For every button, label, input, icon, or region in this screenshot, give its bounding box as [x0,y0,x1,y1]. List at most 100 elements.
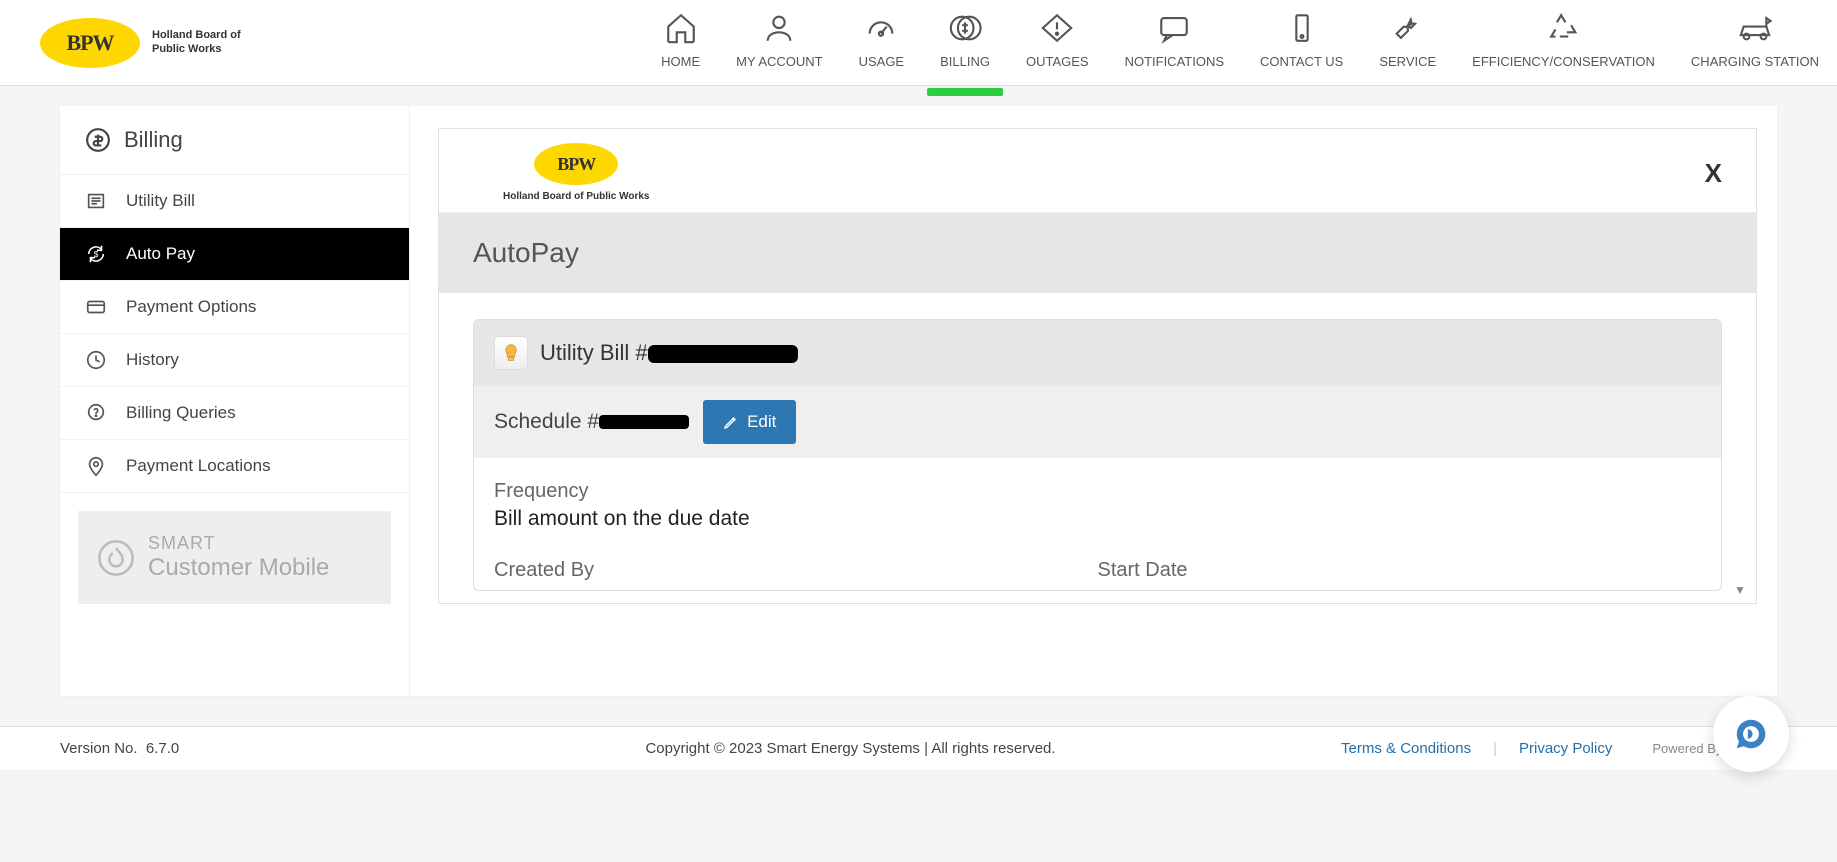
nav-label: HOME [661,54,700,69]
bulb-icon [494,336,528,370]
nav-home[interactable]: HOME [643,10,718,86]
sidebar-item-label: Auto Pay [126,244,195,264]
billing-sidebar: Billing Utility Bill $ Auto Pay Payment … [60,106,410,696]
promo-line1: SMART [148,533,329,554]
chat-fab[interactable] [1713,696,1789,772]
car-charging-icon [1735,10,1775,46]
sidebar-item-label: Payment Options [126,297,256,317]
autopay-card: Utility Bill # Schedule # Edit Frequ [473,319,1722,591]
warning-icon [1040,10,1074,46]
sidebar-item-utility-bill[interactable]: Utility Bill [60,175,409,228]
svg-text:$: $ [94,250,99,259]
sidebar-item-label: Billing Queries [126,403,236,423]
nav-label: BILLING [940,54,990,69]
sidebar-item-payment-locations[interactable]: Payment Locations [60,440,409,493]
powered-by-label: Powered By [1652,741,1722,756]
phone-icon [1285,10,1319,46]
autopay-panel: BPW Holland Board of Public Works X ▲ Au… [438,128,1757,604]
sidebar-title-text: Billing [124,127,183,153]
nav-contact-us[interactable]: CONTACT US [1242,10,1361,86]
gauge-icon [864,10,898,46]
section-title: AutoPay [439,213,1756,293]
wrench-icon [1391,10,1425,46]
person-icon [762,10,796,46]
scroll-down-icon[interactable]: ▼ [1734,583,1750,599]
close-button[interactable]: X [1695,154,1732,193]
schedule-label: Schedule # [494,410,599,433]
created-by-label: Created By [494,559,1098,582]
sidebar-item-billing-queries[interactable]: Billing Queries [60,387,409,440]
start-date-label: Start Date [1098,559,1702,582]
chat-icon [1157,10,1191,46]
terms-link[interactable]: Terms & Conditions [1341,740,1471,757]
nav-label: CONTACT US [1260,54,1343,69]
utility-bill-label: Utility Bill # [540,340,648,365]
dollar-circle-icon [948,10,982,46]
nav-notifications[interactable]: NOTIFICATIONS [1107,10,1242,86]
version-number: 6.7.0 [146,740,179,757]
content-area: BPW Holland Board of Public Works X ▲ Au… [410,106,1777,696]
panel-brand: BPW Holland Board of Public Works [463,139,650,208]
top-header: BPW Holland Board of Public Works HOME M… [0,0,1837,86]
nav-service[interactable]: SERVICE [1361,10,1454,86]
pencil-icon [723,414,739,430]
nav-outages[interactable]: OUTAGES [1008,10,1107,86]
redacted-account-number [648,345,798,363]
recycle-icon [1547,10,1581,46]
privacy-link[interactable]: Privacy Policy [1519,740,1612,757]
nav-my-account[interactable]: MY ACCOUNT [718,10,840,86]
frequency-value: Bill amount on the due date [494,507,1701,531]
history-icon [84,348,108,372]
logo-subtitle: Holland Board of Public Works [152,29,241,55]
brand-logo[interactable]: BPW Holland Board of Public Works [40,18,241,68]
schedule-row: Schedule # Edit [474,386,1721,458]
utility-bill-heading: Utility Bill # [540,340,798,366]
edit-label: Edit [747,412,776,432]
panel-brand-caption: Holland Board of Public Works [503,191,650,202]
card-header: Utility Bill # [474,320,1721,386]
nav-label: NOTIFICATIONS [1125,54,1224,69]
promo-banner[interactable]: SMART Customer Mobile [78,511,391,604]
panel-header: BPW Holland Board of Public Works X [439,129,1756,213]
page-body: Billing Utility Bill $ Auto Pay Payment … [60,106,1777,696]
card-icon [84,295,108,319]
nav-label: OUTAGES [1026,54,1089,69]
footer-links: Terms & Conditions | Privacy Policy [1341,740,1612,757]
nav-usage[interactable]: USAGE [841,10,923,86]
schedule-heading: Schedule # [494,410,689,434]
sidebar-item-label: History [126,350,179,370]
sidebar-item-history[interactable]: History [60,334,409,387]
dollar-circle-icon [84,126,112,154]
sidebar-title: Billing [60,106,409,175]
nav-label: SERVICE [1379,54,1436,69]
promo-line2: Customer Mobile [148,554,329,582]
frequency-label: Frequency [494,480,1701,503]
nav-efficiency[interactable]: EFFICIENCY/CONSERVATION [1454,10,1673,86]
logo-text: BPW [66,30,113,56]
sidebar-item-label: Payment Locations [126,456,271,476]
nav-label: EFFICIENCY/CONSERVATION [1472,54,1655,69]
edit-button[interactable]: Edit [703,400,796,444]
promo-text: SMART Customer Mobile [148,533,329,582]
autopay-icon: $ [84,242,108,266]
pin-icon [84,454,108,478]
details-two-col: Created By Start Date [494,553,1701,582]
footer: Version No. 6.7.0 Copyright © 2023 Smart… [0,726,1837,770]
nav-label: USAGE [859,54,905,69]
sidebar-menu: Utility Bill $ Auto Pay Payment Options … [60,175,409,493]
chat-bubble-icon [1732,715,1770,753]
card-body: Frequency Bill amount on the due date Cr… [474,458,1721,590]
sidebar-item-label: Utility Bill [126,191,195,211]
panel-scroll-region[interactable]: AutoPay Utility Bill # Schedule # [439,213,1756,603]
logo-mark: BPW [40,18,140,68]
nav-billing[interactable]: BILLING [922,10,1008,86]
sidebar-item-payment-options[interactable]: Payment Options [60,281,409,334]
nav-label: MY ACCOUNT [736,54,822,69]
version-label: Version No. [60,740,138,757]
question-bubble-icon [84,401,108,425]
copyright-text: Copyright © 2023 Smart Energy Systems | … [360,740,1341,757]
nav-charging-station[interactable]: CHARGING STATION [1673,10,1837,86]
redacted-schedule-number [599,415,689,429]
invoice-icon [84,189,108,213]
sidebar-item-auto-pay[interactable]: $ Auto Pay [60,228,409,281]
